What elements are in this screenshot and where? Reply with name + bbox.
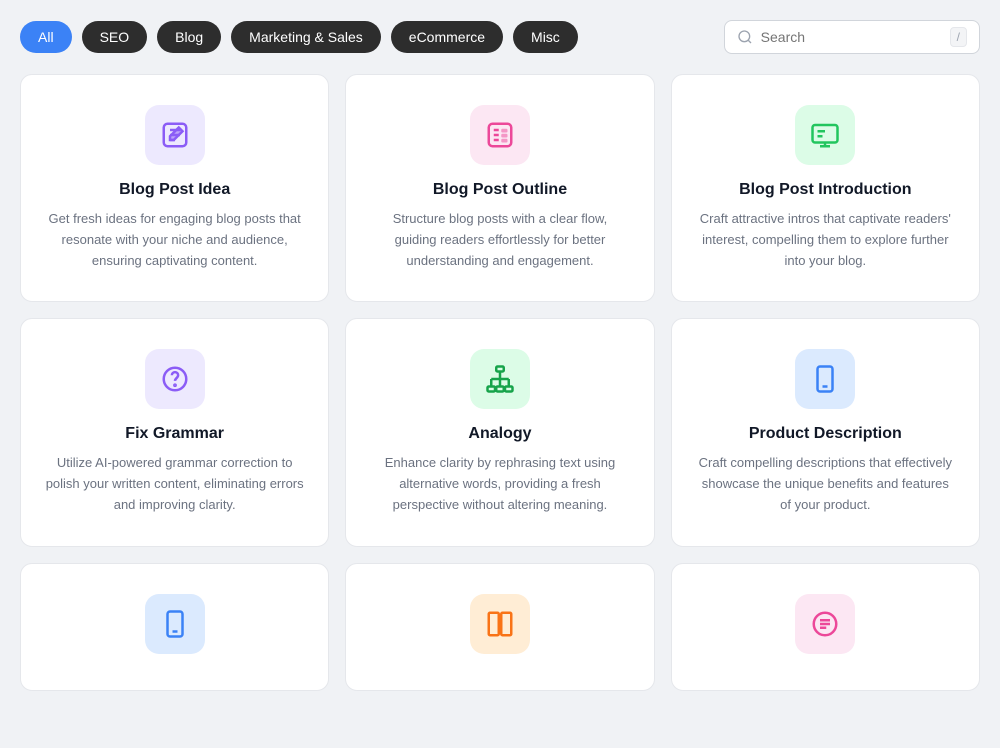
card-analogy[interactable]: Analogy Enhance clarity by rephrasing tex…: [345, 318, 654, 546]
card-desc: Structure blog posts with a clear flow, …: [370, 209, 629, 271]
card-icon-wrap: [145, 349, 205, 409]
filter-btn-misc[interactable]: Misc: [513, 21, 578, 53]
filter-btn-blog[interactable]: Blog: [157, 21, 221, 53]
card-desc: Enhance clarity by rephrasing text using…: [370, 453, 629, 515]
top-bar: All SEO Blog Marketing & Sales eCommerce Misc…: [20, 20, 980, 54]
card-icon-wrap: [470, 349, 530, 409]
card-partial-3[interactable]: [671, 563, 980, 691]
search-box[interactable]: /: [724, 20, 980, 54]
card-blog-post-introduction[interactable]: Blog Post Introduction Craft attractive i…: [671, 74, 980, 302]
card-icon-wrap: [795, 105, 855, 165]
card-icon-wrap: [145, 594, 205, 654]
card-blog-post-outline[interactable]: Blog Post Outline Structure blog posts wi…: [345, 74, 654, 302]
search-input[interactable]: [761, 29, 942, 45]
card-icon-wrap: [795, 594, 855, 654]
card-desc: Get fresh ideas for engaging blog posts …: [45, 209, 304, 271]
card-title: Blog Post Introduction: [739, 181, 911, 199]
card-desc: Utilize AI-powered grammar correction to…: [45, 453, 304, 515]
filter-btn-marketing_&_sales[interactable]: Marketing & Sales: [231, 21, 381, 53]
card-title: Product Description: [749, 425, 902, 443]
card-icon-wrap: [470, 105, 530, 165]
filter-btn-all[interactable]: All: [20, 21, 72, 53]
card-icon-wrap: [795, 349, 855, 409]
card-icon-wrap: [145, 105, 205, 165]
card-title: Blog Post Outline: [433, 181, 567, 199]
card-blog-post-idea[interactable]: Blog Post Idea Get fresh ideas for engagi…: [20, 74, 329, 302]
filter-btn-seo[interactable]: SEO: [82, 21, 148, 53]
search-icon: [737, 29, 753, 45]
search-shortcut: /: [950, 27, 967, 47]
card-fix-grammar[interactable]: Fix Grammar Utilize AI-powered grammar co…: [20, 318, 329, 546]
filter-btn-ecommerce[interactable]: eCommerce: [391, 21, 503, 53]
card-title: Fix Grammar: [125, 425, 224, 443]
card-icon-wrap: [470, 594, 530, 654]
card-partial-1[interactable]: [20, 563, 329, 691]
card-desc: Craft attractive intros that captivate r…: [696, 209, 955, 271]
card-title: Blog Post Idea: [119, 181, 230, 199]
filter-group: All SEO Blog Marketing & Sales eCommerce Misc: [20, 21, 578, 53]
card-grid: Blog Post Idea Get fresh ideas for engagi…: [20, 74, 980, 691]
card-title: Analogy: [468, 425, 531, 443]
card-product-description[interactable]: Product Description Craft compelling desc…: [671, 318, 980, 546]
card-partial-2[interactable]: [345, 563, 654, 691]
card-desc: Craft compelling descriptions that effec…: [696, 453, 955, 515]
